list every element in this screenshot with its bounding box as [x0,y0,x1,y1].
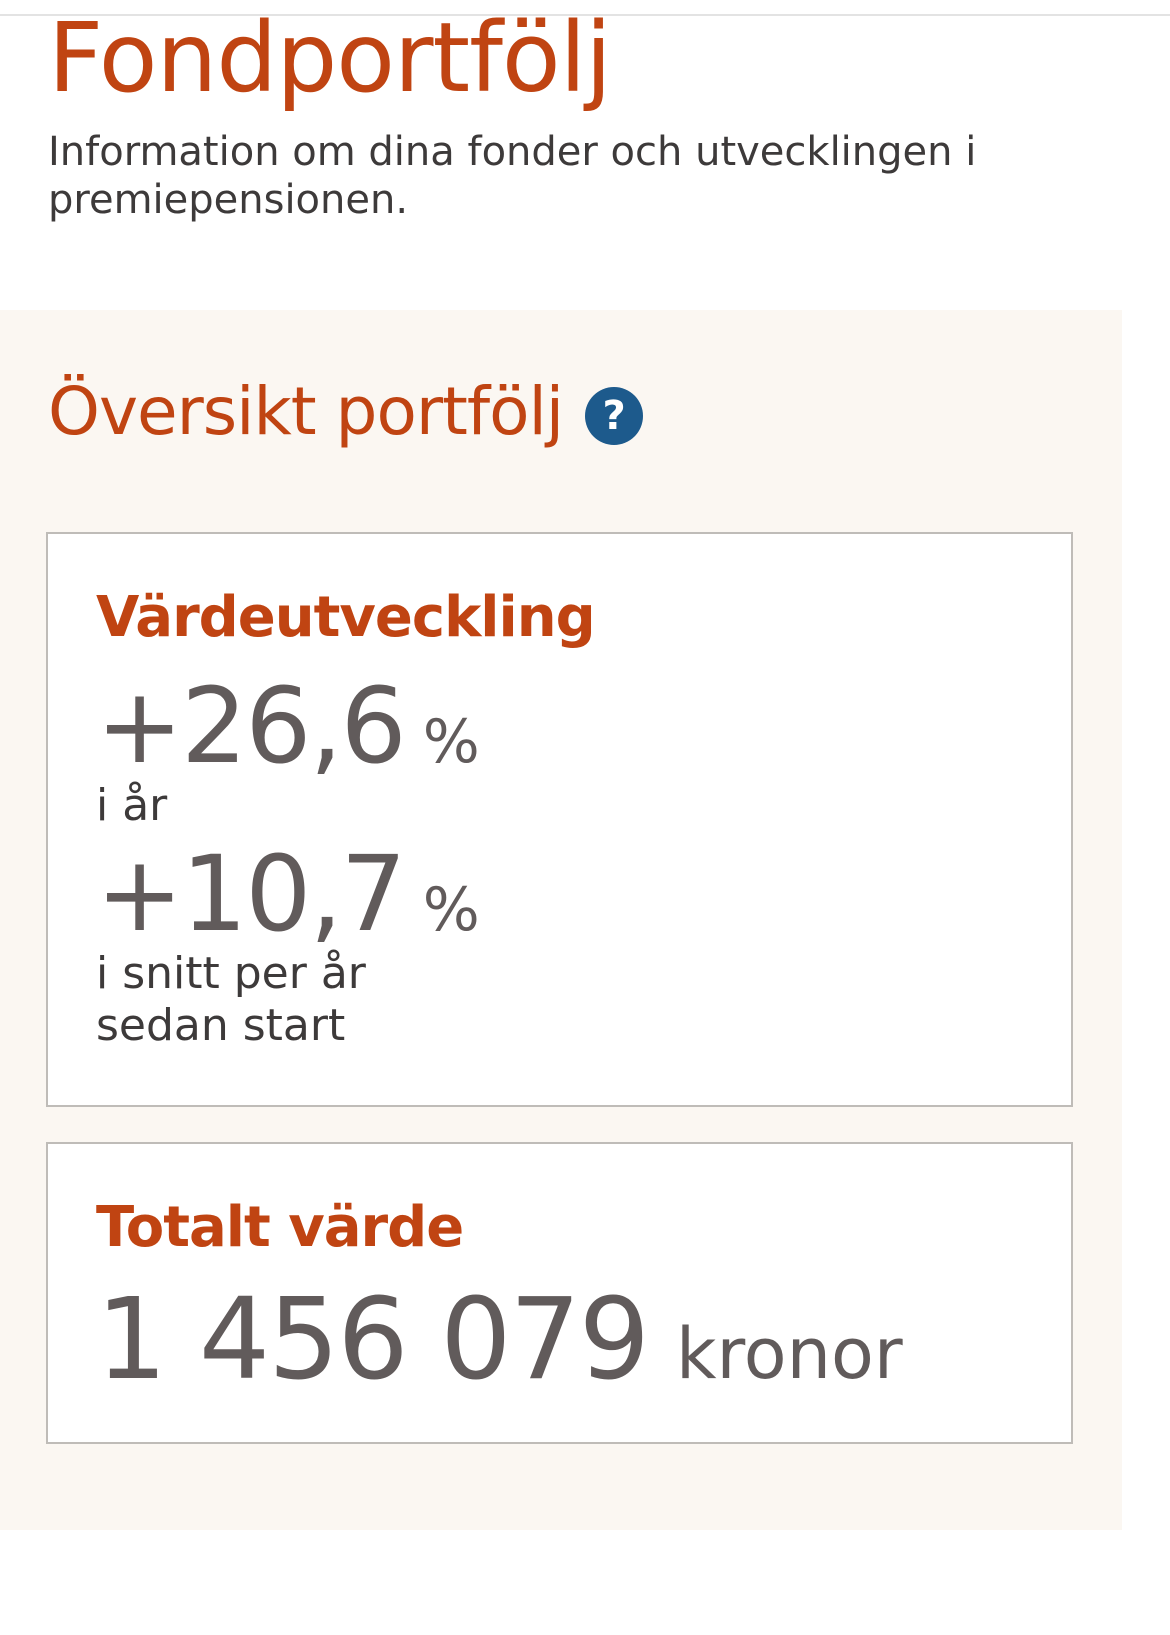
value-development-label: Värdeutveckling [96,585,596,650]
total-value-unit: kronor [676,1313,903,1395]
this-year-stat: +26,6% [96,674,480,778]
portfolio-overview-section: Översikt portfölj ? Värdeutveckling +26,… [0,310,1122,1530]
this-year-value: +26,6 [96,665,407,787]
since-start-stat: +10,7% [96,842,480,946]
since-start-description: i snitt per år sedan start [96,948,366,1051]
this-year-unit: % [422,707,480,777]
value-development-card: Värdeutveckling +26,6% i år +10,7% i sni… [46,532,1073,1107]
total-value-label: Totalt värde [96,1195,464,1260]
total-value: 1 456 079 kronor [96,1284,903,1396]
help-icon[interactable]: ? [585,387,644,445]
total-value-card: Totalt värde 1 456 079 kronor [46,1142,1073,1444]
page-intro: Information om dina fonder och utvecklin… [48,129,977,223]
overview-header: Översikt portfölj ? [48,372,644,452]
this-year-description: i år [96,780,168,831]
since-start-unit: % [422,875,480,945]
total-value-amount: 1 456 079 [96,1275,650,1405]
since-start-value: +10,7 [96,833,407,955]
overview-title: Översikt portfölj [48,373,564,450]
page-title: Fondportfölj [48,2,612,114]
